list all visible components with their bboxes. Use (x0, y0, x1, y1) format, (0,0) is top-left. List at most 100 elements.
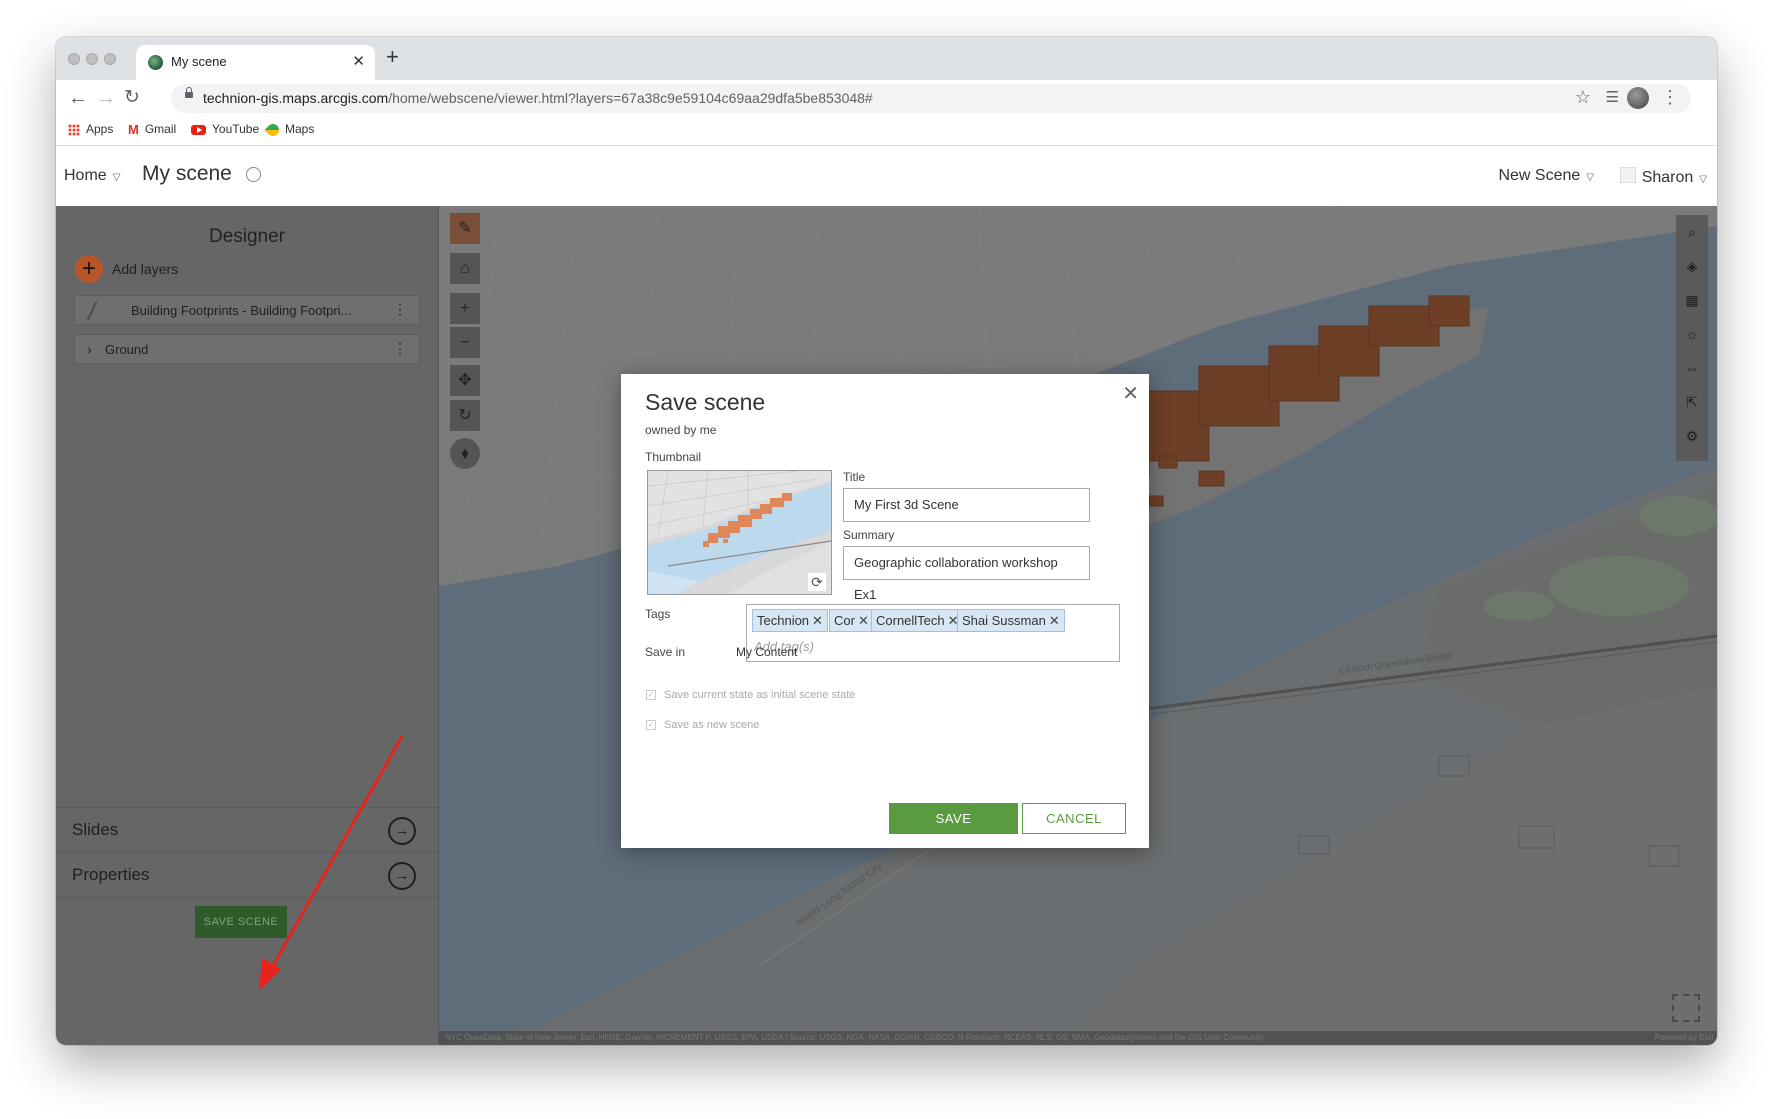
tag-chip[interactable]: CornellTech ✕ (871, 609, 964, 632)
summary-field[interactable]: Geographic collaboration workshop Ex1 (843, 546, 1090, 602)
scene-thumbnail: ⟳ (647, 470, 832, 595)
save-in-label: Save in (645, 645, 686, 659)
measure-icon[interactable]: ⇔ (1676, 351, 1708, 385)
edit-pencil-icon[interactable]: ✎ (450, 213, 480, 244)
title-label: Title (843, 470, 866, 484)
thumbnail-image (648, 471, 831, 594)
remove-tag-icon[interactable]: ✕ (858, 613, 869, 628)
chevron-down-icon: ▽ (1586, 172, 1594, 183)
save-scene-dialog: ✕ Save scene owned by me Thumbnail ⟳ Tit… (621, 374, 1149, 848)
layer-item-building-footprints[interactable]: Building Footprints - Building Footpri..… (74, 295, 420, 325)
new-scene-menu[interactable]: New Scene ▽ (1498, 167, 1594, 185)
chevron-down-icon: ▽ (1699, 174, 1707, 185)
close-window-button[interactable] (68, 53, 80, 65)
home-view-icon[interactable]: ⌂ (450, 253, 480, 284)
add-layers-label: Add layers (112, 261, 179, 277)
arrow-right-circle-icon[interactable]: → (388, 817, 416, 845)
minimize-window-button[interactable] (86, 53, 98, 65)
reload-icon[interactable]: ↻ (124, 86, 140, 110)
add-tag-field[interactable] (752, 638, 1056, 655)
new-tab-button[interactable]: + (386, 46, 399, 68)
dialog-title: Save scene (645, 389, 766, 415)
rotate-icon[interactable]: ↻ (450, 400, 480, 431)
page-title: My scene (142, 162, 232, 185)
chevron-down-icon: ▽ (112, 172, 121, 183)
layer-label: Building Footprints - Building Footpri..… (131, 303, 352, 318)
daylight-icon[interactable]: ☼ (1676, 317, 1708, 351)
back-icon[interactable]: ← (68, 86, 88, 110)
designer-panel: Designer + Add layers Building Footprint… (56, 206, 439, 1045)
plus-icon: + (75, 255, 103, 283)
initial-state-label: Save current state as initial scene stat… (664, 689, 856, 701)
globe-favicon-icon (148, 55, 163, 70)
fullscreen-icon[interactable] (1672, 994, 1700, 1022)
search-icon[interactable]: ⌕ (1676, 215, 1708, 249)
user-avatar-icon (1619, 167, 1636, 183)
title-field[interactable]: My First 3d Scene (843, 488, 1090, 522)
zoom-out-icon[interactable]: − (450, 327, 480, 358)
thumbnail-label: Thumbnail (645, 450, 702, 464)
layer-item-ground[interactable]: › Ground ⋮ (74, 334, 420, 364)
bookmark-star-icon[interactable]: ☆ (1575, 87, 1591, 108)
tab-strip: My scene ✕ + (56, 37, 1717, 80)
bookmark-youtube[interactable]: YouTube (191, 122, 259, 136)
tags-label: Tags (645, 607, 671, 621)
youtube-icon (191, 124, 206, 135)
save-button[interactable]: SAVE (889, 803, 1018, 834)
close-tab-icon[interactable]: ✕ (352, 52, 365, 70)
refresh-thumbnail-icon[interactable]: ⟳ (808, 573, 826, 591)
remove-tag-icon[interactable]: ✕ (812, 613, 823, 628)
address-bar[interactable]: technion-gis.maps.arcgis.com/home/websce… (171, 84, 1691, 113)
close-icon[interactable]: ✕ (1122, 381, 1139, 406)
user-menu[interactable]: Sharon ▽ (1619, 167, 1707, 187)
new-scene-label: Save as new scene (664, 719, 760, 731)
share-globe-icon[interactable] (246, 167, 261, 182)
chevron-right-icon[interactable]: › (87, 341, 92, 357)
layer-options-icon[interactable]: ⋮ (393, 340, 407, 357)
tag-chip[interactable]: Shai Sussman ✕ (957, 609, 1065, 632)
powered-by-esri[interactable]: Powered by Esri (1655, 1031, 1713, 1045)
map-attribution: NYC OpenData, State of New Jersey, Esri,… (439, 1031, 1717, 1045)
slides-label: Slides (72, 820, 119, 839)
bookmark-gmail[interactable]: M Gmail (128, 122, 176, 137)
basemap-gallery-icon[interactable]: ▦ (1676, 283, 1708, 317)
bookmark-apps[interactable]: Apps (68, 122, 113, 136)
cancel-button[interactable]: CANCEL (1022, 803, 1126, 834)
maximize-window-button[interactable] (104, 53, 116, 65)
zoom-in-icon[interactable]: + (450, 293, 480, 324)
check-icon: ✓ (646, 720, 656, 730)
bookmark-maps[interactable]: Maps (264, 121, 314, 139)
save-scene-button[interactable]: SAVE SCENE (195, 906, 287, 938)
divider (56, 897, 438, 898)
pan-icon[interactable]: ✥ (450, 365, 480, 396)
remove-tag-icon[interactable]: ✕ (1049, 613, 1060, 628)
app-header: Home ▽ My scene New Scene ▽ Sharon ▽ (56, 146, 1717, 207)
layer-options-icon[interactable]: ⋮ (393, 301, 407, 318)
browser-tab[interactable]: My scene ✕ (136, 45, 375, 80)
properties-label: Properties (72, 865, 150, 884)
properties-section[interactable]: Properties → (56, 852, 438, 897)
apps-grid-icon (68, 123, 80, 136)
tag-chip[interactable]: Technion ✕ (752, 609, 828, 632)
tag-chip[interactable]: Cor ✕ (829, 609, 874, 632)
maps-icon (264, 121, 282, 139)
browser-toolbar: ← → ↻ technion-gis.maps.arcgis.com/home/… (56, 80, 1717, 117)
share-icon[interactable]: ⇱ (1676, 385, 1708, 419)
reading-list-icon[interactable]: ☰ (1606, 88, 1619, 106)
url-text[interactable]: technion-gis.maps.arcgis.com/home/websce… (203, 90, 873, 106)
settings-icon[interactable]: ⚙ (1676, 419, 1708, 453)
arrow-right-circle-icon[interactable]: → (388, 862, 416, 890)
save-in-value: My Content (736, 645, 798, 659)
browser-menu-icon[interactable]: ⋮ (1661, 87, 1679, 108)
scene-right-toolbar: ⌕ ◈ ▦ ☼ ⇔ ⇱ ⚙ (1676, 215, 1708, 461)
profile-avatar[interactable] (1627, 87, 1649, 109)
tags-input[interactable]: Technion ✕ Cor ✕ CornellTech ✕ Shai Sussman… (746, 604, 1120, 662)
layers-icon[interactable]: ◈ (1676, 249, 1708, 283)
slides-section[interactable]: Slides → (56, 807, 438, 852)
lock-icon (185, 87, 193, 98)
polygon-layer-icon (86, 302, 118, 320)
check-icon: ✓ (646, 690, 656, 700)
forward-icon[interactable]: → (96, 86, 116, 110)
home-menu[interactable]: Home ▽ (64, 167, 120, 185)
compass-icon[interactable]: ⬧ (450, 438, 480, 469)
